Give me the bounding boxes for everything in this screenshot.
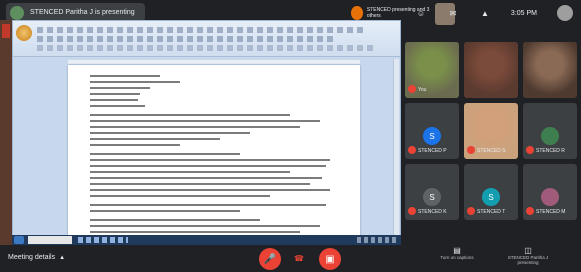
document-text-line [90, 126, 300, 128]
participant-name: STENCED T [477, 209, 506, 215]
participant-avatar: S [482, 188, 500, 206]
presenting-label: STENCED Paritha J is presenting [30, 9, 135, 16]
mic-muted-icon [408, 146, 416, 154]
taskbar-apps [78, 237, 128, 243]
ribbon-row [37, 45, 377, 51]
participant-video [523, 42, 577, 98]
present-icon: ◫ [524, 246, 532, 255]
captions-button[interactable]: ▤ Turn on captions [427, 246, 487, 261]
edge-marker [2, 24, 10, 38]
windows-taskbar [12, 235, 401, 245]
presenter-chip-avatar [351, 6, 363, 20]
activities-icon[interactable]: ▲ [479, 7, 491, 19]
captions-icon: ▤ [453, 246, 461, 255]
document-text-line [90, 120, 320, 122]
document-page [68, 65, 360, 237]
participant-name: STENCED M [536, 209, 566, 215]
participant-name: STENCED R [536, 148, 565, 154]
mic-muted-icon [408, 85, 416, 93]
presenter-avatar [10, 5, 24, 20]
document-text-line [90, 99, 138, 101]
document-text-line [90, 159, 330, 161]
meeting-details-button[interactable]: Meeting details ▲ [8, 254, 65, 261]
present-button[interactable]: ◫ STENCED Paritha J presenting [498, 246, 558, 266]
people-icon[interactable]: ☺ [415, 7, 427, 19]
participant-tile[interactable]: S STENCED K [405, 164, 459, 220]
document-text-line [90, 105, 145, 107]
document-text-line [90, 75, 160, 77]
document-scrollbar [393, 59, 399, 237]
participant-tile[interactable]: STENCED S [464, 103, 518, 159]
ruler [68, 60, 360, 64]
participant-tile[interactable]: S STENCED T [464, 164, 518, 220]
hang-up-icon[interactable]: ☎ [294, 254, 304, 263]
participant-tile[interactable]: STENCED R [523, 103, 577, 159]
participant-name: STENCED K [418, 209, 447, 215]
mic-muted-icon [526, 146, 534, 154]
document-text-line [90, 114, 290, 116]
present-label: STENCED Paritha J presenting [507, 255, 549, 265]
meeting-details-label: Meeting details [8, 254, 56, 261]
document-text-line [90, 171, 290, 173]
chevron-up-icon: ▲ [59, 254, 66, 261]
participant-name: STENCED P [418, 148, 447, 154]
meet-window: STENCED Paritha J is presenting STENCED … [0, 0, 581, 272]
mic-muted-icon [408, 207, 416, 215]
participant-avatar [541, 188, 559, 206]
participant-name: STENCED S [477, 148, 506, 154]
document-text-line [90, 165, 326, 167]
mic-muted-icon [526, 207, 534, 215]
camera-off-button[interactable]: ▣ [319, 248, 341, 270]
mic-off-icon: 🎤 [263, 253, 277, 265]
participant-avatar [541, 127, 559, 145]
ribbon-row [37, 36, 337, 42]
ribbon-row [37, 27, 367, 33]
participant-grid: You S STENCED P STENCED S STENCED R S STENCED … [405, 42, 581, 220]
account-avatar[interactable] [557, 5, 573, 21]
document-text-line [90, 177, 322, 179]
participant-name: You [418, 87, 427, 93]
document-text-line [90, 225, 320, 227]
document-text-line [90, 81, 180, 83]
document-text-line [90, 210, 240, 212]
document-text-line [90, 144, 180, 146]
mic-muted-icon [467, 146, 475, 154]
document-text-line [90, 204, 326, 206]
participant-tile[interactable] [464, 42, 518, 98]
word-ribbon [13, 21, 400, 57]
document-text-line [90, 219, 260, 221]
document-text-line [90, 132, 250, 134]
participant-video [464, 42, 518, 98]
mic-muted-icon [467, 207, 475, 215]
participant-tile[interactable]: STENCED M [523, 164, 577, 220]
captions-label: Turn on captions [440, 255, 474, 260]
clock-time: 3:05 PM [510, 9, 537, 17]
bottom-bar: Meeting details ▲ 🎤 ☎ ▣ ▤ Turn on captio… [0, 245, 581, 272]
office-button-icon [16, 25, 32, 41]
camera-off-icon: ▣ [325, 253, 335, 265]
document-text-line [90, 153, 240, 155]
left-edge [0, 20, 12, 245]
taskbar-search [28, 236, 72, 244]
start-icon [14, 236, 24, 244]
document-text-line [90, 183, 310, 185]
document-text-line [90, 87, 150, 89]
mic-off-button[interactable]: 🎤 [259, 248, 281, 270]
document-text-line [90, 195, 270, 197]
shared-screen [12, 20, 401, 245]
participant-tile[interactable]: You [405, 42, 459, 98]
document-text-line [90, 138, 220, 140]
document-text-line [90, 93, 140, 95]
document-text-line [90, 189, 330, 191]
participant-tile[interactable] [523, 42, 577, 98]
chat-icon[interactable]: ✉ [447, 7, 459, 19]
system-tray [357, 237, 397, 243]
participant-avatar: S [423, 188, 441, 206]
participant-avatar: S [423, 127, 441, 145]
participant-tile[interactable]: S STENCED P [405, 103, 459, 159]
document-text-line [90, 231, 300, 233]
